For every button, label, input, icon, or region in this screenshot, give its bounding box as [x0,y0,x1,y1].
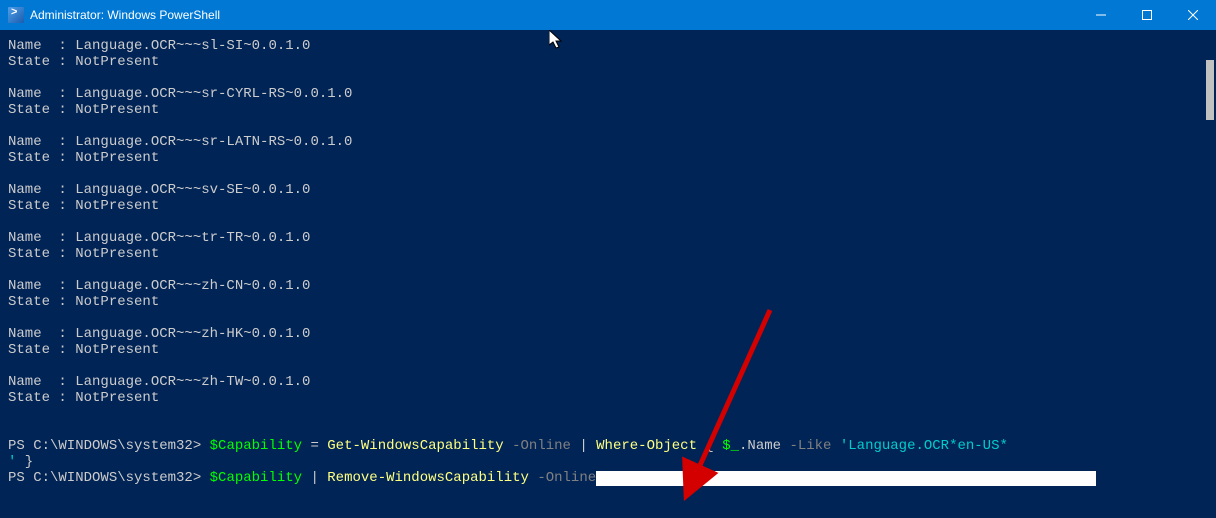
close-button[interactable] [1170,0,1216,30]
state-line: State : NotPresent [8,390,1204,406]
name-line: Name : Language.OCR~~~sv-SE~0.0.1.0 [8,182,1204,198]
capability-entry: Name : Language.OCR~~~sl-SI~0.0.1.0State… [8,38,1204,70]
capability-entry: Name : Language.OCR~~~zh-CN~0.0.1.0State… [8,278,1204,310]
capability-entry: Name : Language.OCR~~~sr-CYRL-RS~0.0.1.0… [8,86,1204,118]
name-line: Name : Language.OCR~~~sr-LATN-RS~0.0.1.0 [8,134,1204,150]
capability-entry: Name : Language.OCR~~~sr-LATN-RS~0.0.1.0… [8,134,1204,166]
name-line: Name : Language.OCR~~~sl-SI~0.0.1.0 [8,38,1204,54]
maximize-button[interactable] [1124,0,1170,30]
terminal-area[interactable]: Name : Language.OCR~~~sl-SI~0.0.1.0State… [0,30,1216,518]
command-line-2: PS C:\WINDOWS\system32> $Capability | Re… [8,470,1204,486]
state-line: State : NotPresent [8,54,1204,70]
minimize-button[interactable] [1078,0,1124,30]
powershell-icon [8,7,24,23]
capability-entry: Name : Language.OCR~~~tr-TR~0.0.1.0State… [8,230,1204,262]
scrollbar[interactable] [1204,30,1216,518]
text-cursor [596,471,1096,486]
close-icon [1188,10,1198,20]
capability-entry: Name : Language.OCR~~~sv-SE~0.0.1.0State… [8,182,1204,214]
name-line: Name : Language.OCR~~~tr-TR~0.0.1.0 [8,230,1204,246]
minimize-icon [1096,10,1106,20]
name-line: Name : Language.OCR~~~zh-HK~0.0.1.0 [8,326,1204,342]
command-line-1: PS C:\WINDOWS\system32> $Capability = Ge… [8,438,1204,470]
maximize-icon [1142,10,1152,20]
titlebar[interactable]: Administrator: Windows PowerShell [0,0,1216,30]
state-line: State : NotPresent [8,198,1204,214]
capability-entry: Name : Language.OCR~~~zh-HK~0.0.1.0State… [8,326,1204,358]
state-line: State : NotPresent [8,294,1204,310]
state-line: State : NotPresent [8,150,1204,166]
scrollbar-thumb[interactable] [1206,60,1214,120]
name-line: Name : Language.OCR~~~sr-CYRL-RS~0.0.1.0 [8,86,1204,102]
powershell-window: Administrator: Windows PowerShell Name :… [0,0,1216,518]
state-line: State : NotPresent [8,102,1204,118]
state-line: State : NotPresent [8,246,1204,262]
window-title: Administrator: Windows PowerShell [30,8,220,22]
capability-entry: Name : Language.OCR~~~zh-TW~0.0.1.0State… [8,374,1204,406]
name-line: Name : Language.OCR~~~zh-TW~0.0.1.0 [8,374,1204,390]
name-line: Name : Language.OCR~~~zh-CN~0.0.1.0 [8,278,1204,294]
state-line: State : NotPresent [8,342,1204,358]
terminal-output[interactable]: Name : Language.OCR~~~sl-SI~0.0.1.0State… [8,38,1204,514]
